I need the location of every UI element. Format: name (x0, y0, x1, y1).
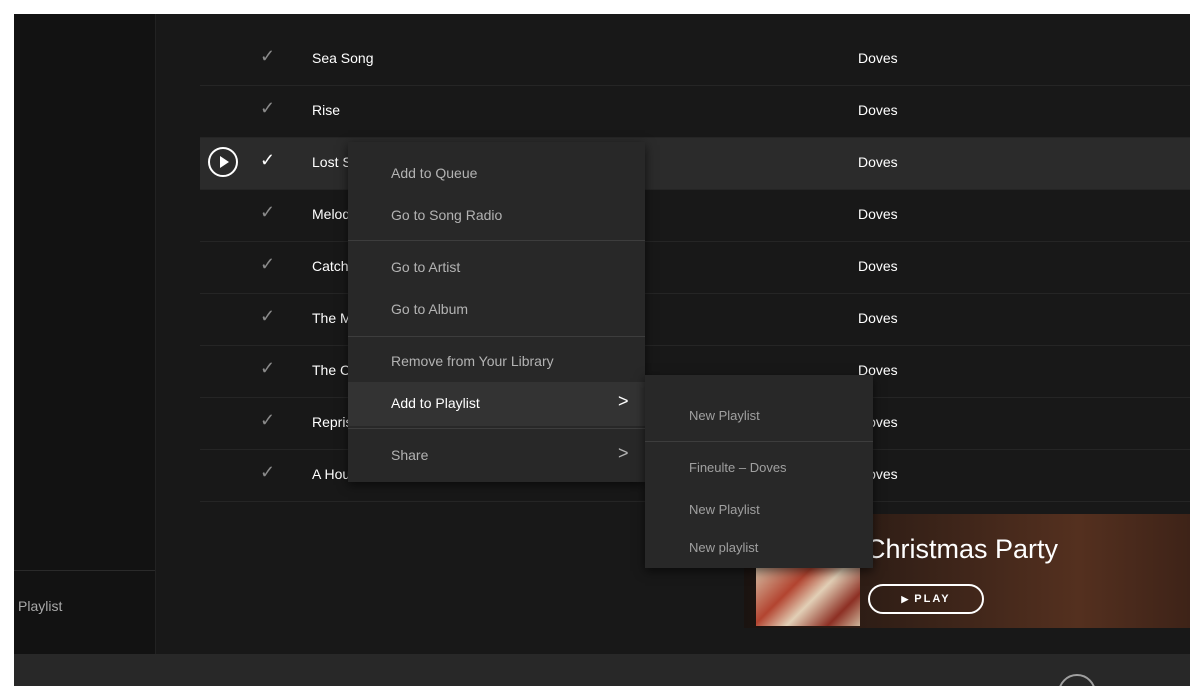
submenu-item-new-playlist[interactable]: New Playlist (645, 397, 873, 437)
chevron-right-icon: > (618, 391, 629, 411)
menu-item-label: Add to Queue (391, 165, 478, 181)
check-icon[interactable]: ✓ (260, 254, 280, 278)
track-artist[interactable]: Doves (858, 310, 898, 326)
menu-item-label: Go to Artist (391, 259, 461, 275)
play-button-label: PLAY (914, 593, 951, 605)
submenu-item-playlist[interactable]: Fineulte – Doves (645, 449, 873, 489)
submenu-item-label: New Playlist (689, 502, 760, 517)
submenu-item-label: New playlist (689, 540, 759, 555)
play-pause-icon[interactable] (1058, 674, 1096, 686)
chevron-right-icon: > (618, 443, 629, 463)
track-artist[interactable]: Doves (858, 258, 898, 274)
menu-item-label: Add to Playlist (391, 395, 480, 411)
album-art[interactable] (756, 566, 860, 626)
sidebar-item-new-playlist[interactable]: Playlist (18, 598, 62, 614)
check-icon[interactable]: ✓ (260, 46, 280, 70)
play-circle-icon[interactable] (208, 147, 238, 177)
submenu-item-playlist[interactable]: New Playlist (645, 491, 873, 531)
submenu-separator (645, 441, 873, 442)
menu-item-go-to-album[interactable]: Go to Album (348, 288, 645, 332)
check-icon[interactable]: ✓ (260, 358, 280, 382)
menu-item-label: Go to Album (391, 301, 469, 317)
sidebar: Playlist (14, 14, 156, 654)
track-artist[interactable]: Doves (858, 102, 898, 118)
menu-item-go-to-song-radio[interactable]: Go to Song Radio (348, 194, 645, 238)
menu-item-label: Remove from Your Library (391, 353, 554, 369)
menu-item-label: Go to Song Radio (391, 207, 503, 223)
check-icon[interactable]: ✓ (260, 150, 280, 174)
play-button[interactable]: ▶ PLAY (868, 584, 984, 614)
player-bar (14, 654, 1190, 686)
track-artist[interactable]: Doves (858, 206, 898, 222)
menu-item-add-to-queue[interactable]: Add to Queue (348, 152, 645, 196)
sidebar-divider (14, 570, 155, 571)
menu-separator (348, 240, 645, 241)
context-menu: Add to Queue Go to Song Radio Go to Arti… (348, 142, 645, 482)
menu-item-add-to-playlist[interactable]: Add to Playlist > (348, 382, 645, 426)
track-artist[interactable]: Doves (858, 154, 898, 170)
track-row[interactable]: ✓ Sea Song Doves (200, 34, 1190, 86)
playlist-submenu: New Playlist Fineulte – Doves New Playli… (645, 375, 873, 568)
check-icon[interactable]: ✓ (260, 410, 280, 434)
check-icon[interactable]: ✓ (260, 462, 280, 486)
check-icon[interactable]: ✓ (260, 98, 280, 122)
submenu-item-label: New Playlist (689, 408, 760, 423)
menu-item-go-to-artist[interactable]: Go to Artist (348, 246, 645, 290)
track-artist[interactable]: Doves (858, 50, 898, 66)
menu-separator (348, 336, 645, 337)
banner-title: Christmas Party (866, 534, 1059, 564)
menu-item-remove-from-library[interactable]: Remove from Your Library (348, 340, 645, 384)
play-icon: ▶ (901, 594, 909, 604)
submenu-item-label: Fineulte – Doves (689, 460, 787, 475)
submenu-item-playlist[interactable]: New playlist (645, 529, 873, 569)
menu-item-label: Share (391, 447, 429, 463)
track-title[interactable]: Rise (312, 102, 612, 118)
check-icon[interactable]: ✓ (260, 202, 280, 226)
track-row[interactable]: ✓ Rise Doves (200, 86, 1190, 138)
menu-item-share[interactable]: Share > (348, 434, 645, 478)
track-title[interactable]: Sea Song (312, 50, 612, 66)
menu-separator (348, 428, 645, 429)
check-icon[interactable]: ✓ (260, 306, 280, 330)
